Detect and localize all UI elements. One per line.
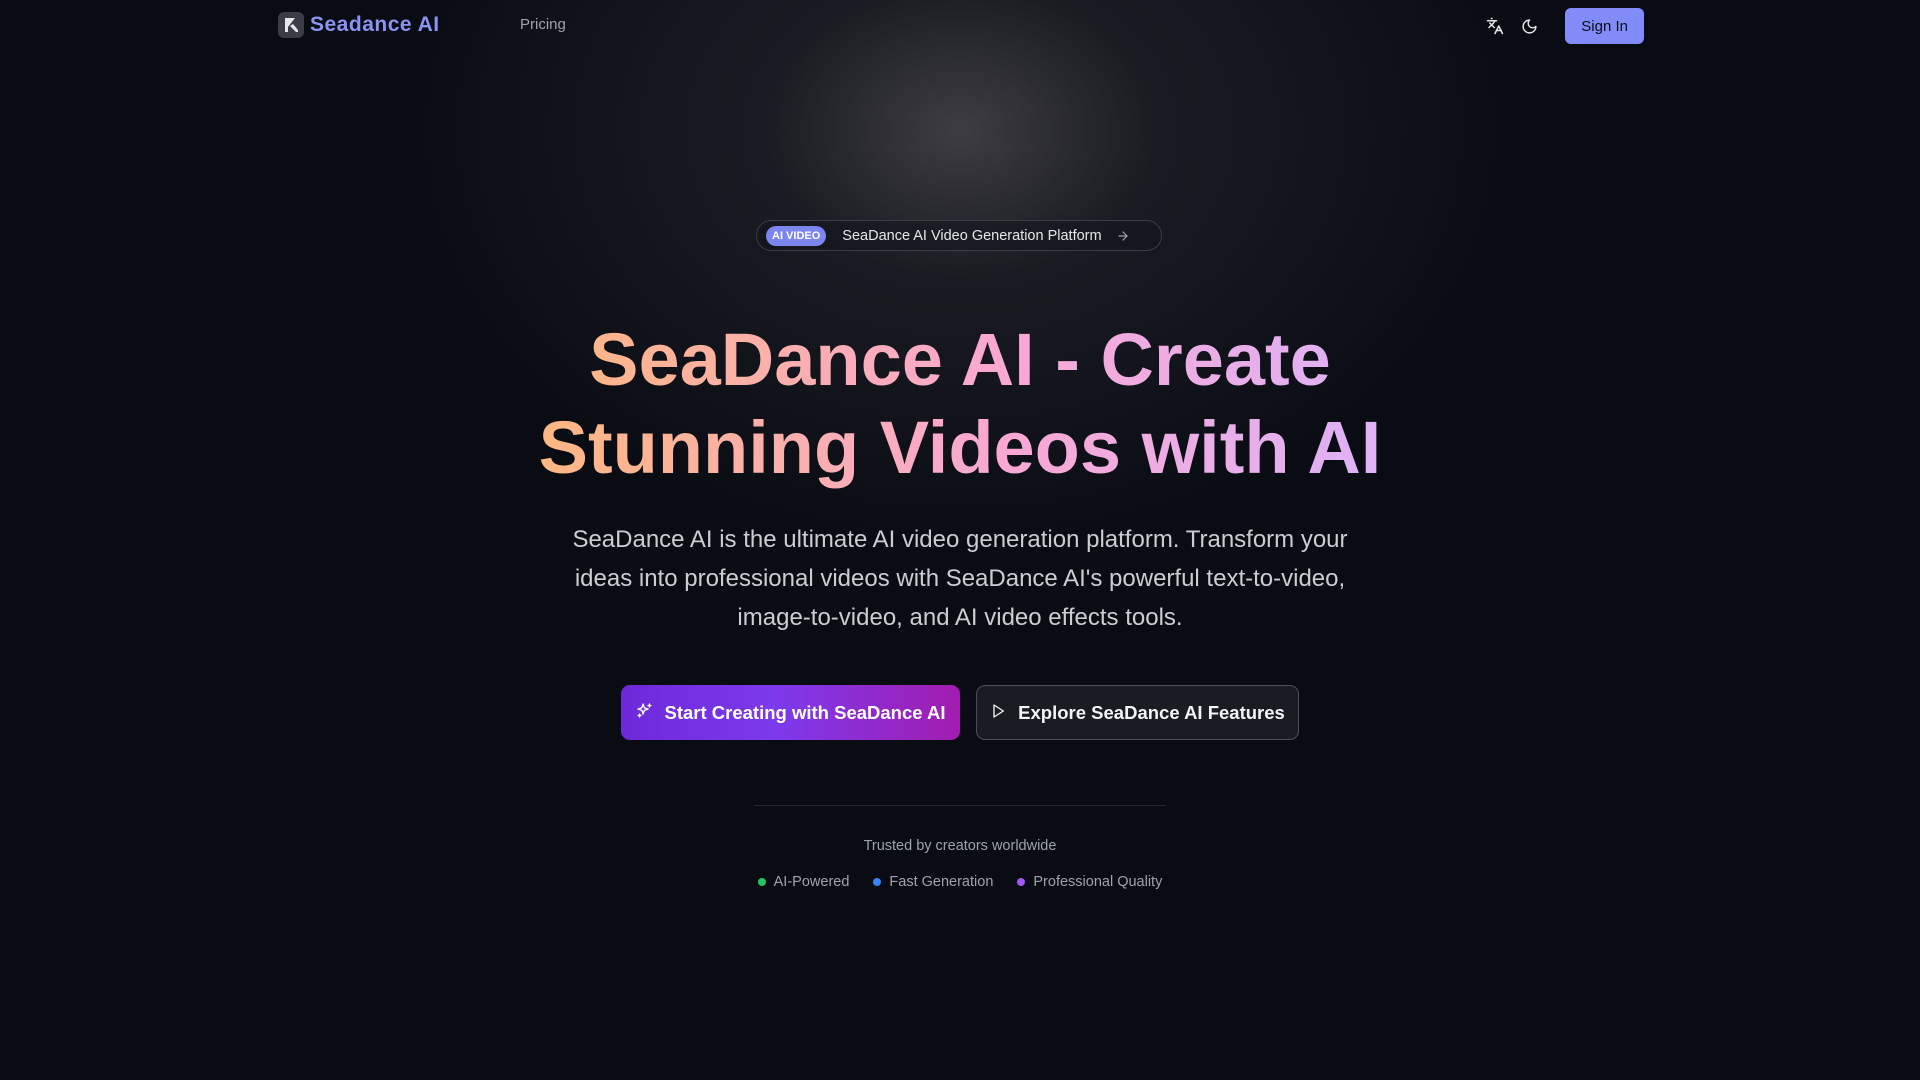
nav-actions: Sign In — [1485, 8, 1644, 44]
explore-features-label: Explore SeaDance AI Features — [1018, 701, 1285, 723]
navbar: Seadance AI Pricing Sign In — [0, 0, 1920, 52]
badge-pill: AI VIDEO — [766, 225, 827, 246]
logo-icon — [278, 12, 304, 38]
badge-text: SeaDance AI Video Generation Platform — [842, 227, 1102, 244]
brand-name: Seadance AI — [310, 13, 440, 36]
nav-link-pricing[interactable]: Pricing — [520, 16, 566, 33]
feature-item: Fast Generation — [873, 874, 993, 890]
sign-in-button[interactable]: Sign In — [1565, 8, 1644, 44]
hero-title-line1: SeaDance AI - Create — [589, 318, 1331, 401]
feature-item: AI-Powered — [757, 874, 850, 890]
trusted-label: Trusted by creators worldwide — [863, 838, 1057, 854]
status-dot — [757, 878, 766, 886]
start-creating-button[interactable]: Start Creating with SeaDance AI — [621, 685, 960, 740]
feature-label: Professional Quality — [1033, 874, 1163, 890]
sparkles-icon — [636, 702, 653, 724]
feature-label: AI-Powered — [773, 874, 850, 890]
brand-link[interactable]: Seadance AI — [278, 12, 440, 38]
hero-title-line2: Stunning Videos with AI — [538, 406, 1382, 489]
explore-features-button[interactable]: Explore SeaDance AI Features — [976, 685, 1299, 740]
feature-item: Professional Quality — [1017, 874, 1162, 890]
status-dot — [873, 878, 882, 886]
status-dot — [1017, 878, 1026, 886]
moon-icon[interactable] — [1519, 16, 1539, 36]
hero-subtitle: SeaDance AI is the ultimate AI video gen… — [572, 526, 1348, 631]
play-icon — [990, 702, 1006, 724]
start-creating-label: Start Creating with SeaDance AI — [664, 701, 946, 723]
page: Seadance AI Pricing Sign In AI VIDEO Sea… — [0, 0, 1920, 1080]
arrow-right-icon — [1116, 229, 1130, 243]
trust-features: AI-Powered Fast Generation Professional … — [660, 874, 1260, 890]
divider — [754, 805, 1166, 806]
translate-icon[interactable] — [1485, 16, 1505, 36]
feature-label: Fast Generation — [889, 874, 994, 890]
announcement-badge[interactable]: AI VIDEO SeaDance AI Video Generation Pl… — [756, 220, 1162, 251]
cta-row: Start Creating with SeaDance AI Explore … — [621, 685, 1299, 740]
hero-title: SeaDance AI - Create Stunning Videos wit… — [460, 316, 1460, 492]
